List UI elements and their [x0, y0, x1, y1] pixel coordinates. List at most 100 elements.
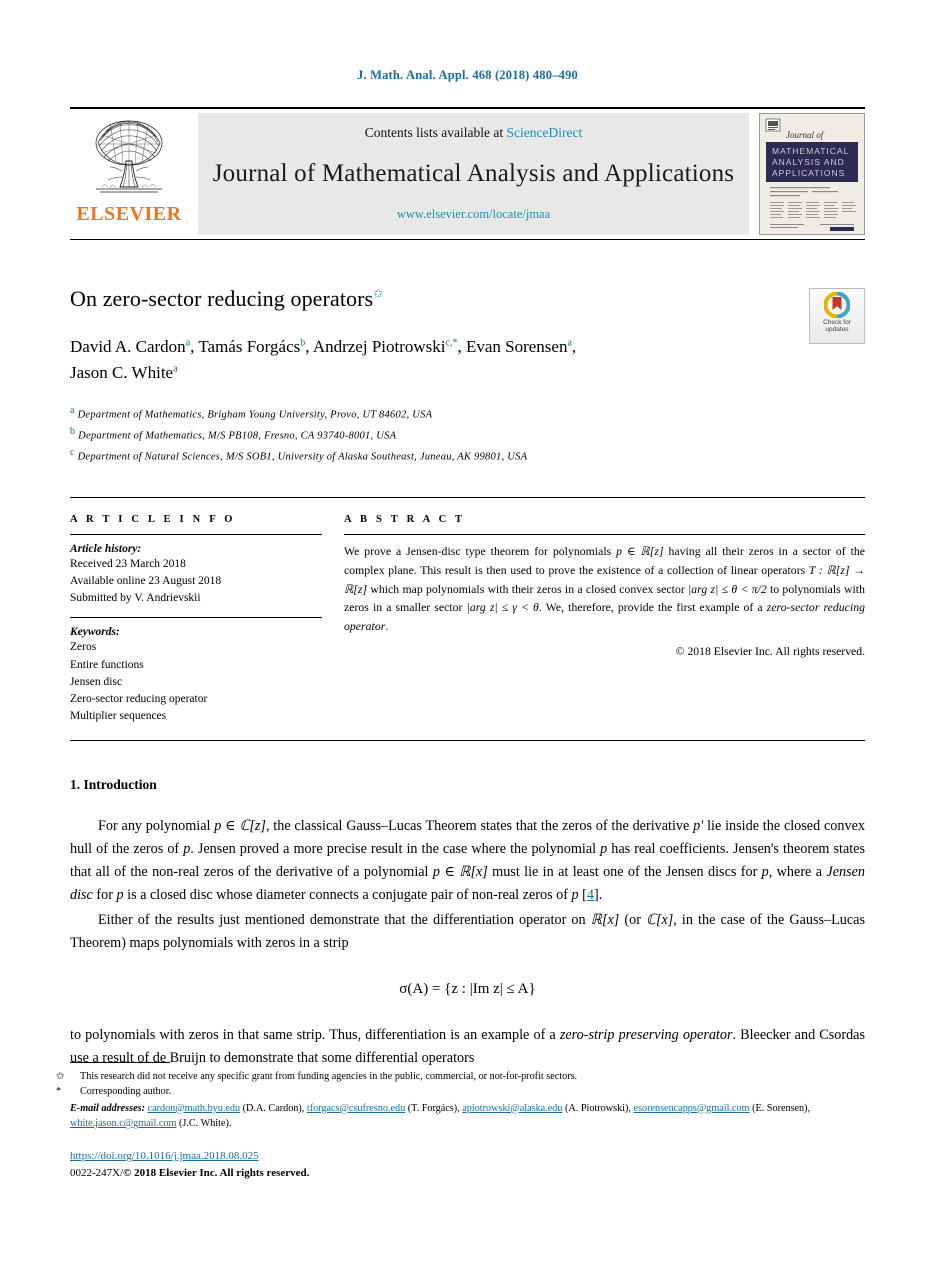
journal-cover-art: Journal of MATHEMATICAL ANALYSIS AND APP… [760, 114, 864, 234]
crossmark-label: Check for updates [823, 319, 851, 334]
article-info-heading: A R T I C L E I N F O [70, 514, 236, 526]
text-run: Either of the results just mentioned dem… [98, 911, 591, 928]
page-title: On zero-sector reducing operators✩ [70, 286, 865, 312]
footnote-block: ✩ This research did not receive any speci… [56, 1062, 865, 1132]
author-name: Andrzej Piotrowski [312, 337, 446, 356]
email-owner: (D.A. Cardon), [240, 1102, 307, 1114]
email-link[interactable]: tforgacs@csufresno.edu [307, 1103, 405, 1114]
citation-link[interactable]: 4 [587, 887, 594, 903]
journal-masthead: ELSEVIER Contents lists available at Sci… [70, 107, 865, 240]
math-run: |arg z| ≤ θ < π/2 [688, 582, 767, 596]
crossmark-badge[interactable]: Check for updates [809, 288, 865, 344]
abstract-heading: A B S T R A C T [344, 514, 466, 526]
email-link[interactable]: apiotrowski@alaska.edu [462, 1103, 562, 1114]
svg-text:ANALYSIS AND: ANALYSIS AND [772, 157, 845, 167]
journal-homepage-link[interactable]: www.elsevier.com/locate/jmaa [397, 207, 550, 222]
email-addresses-label: E-mail addresses: [70, 1102, 148, 1114]
math-run: ℂ[x] [646, 911, 674, 928]
keyword-item: Zero-sector reducing operator [70, 693, 208, 706]
affiliation-list: a Department of Mathematics, Brigham You… [70, 403, 865, 465]
text-run: . Jensen proved a more precise result in… [190, 840, 601, 857]
keyword-item: Multiplier sequences [70, 710, 167, 723]
masthead-center-panel: Contents lists available at ScienceDirec… [198, 113, 749, 235]
elsevier-wordmark: ELSEVIER [76, 203, 182, 225]
author-line-2: Jason C. Whitea [70, 360, 750, 386]
journal-cover-thumbnail[interactable]: Journal of MATHEMATICAL ANALYSIS AND APP… [759, 113, 865, 235]
issn-copyright-line: 0022-247X/© 2018 Elsevier Inc. All right… [70, 1165, 309, 1182]
text-run: [ [578, 886, 587, 903]
math-run: p ∈ ℝ[z] [616, 545, 664, 559]
funding-footnote-text: This research did not receive any specif… [80, 1071, 578, 1082]
email-link[interactable]: cardon@math.byu.edu [148, 1103, 241, 1114]
math-run: p [116, 886, 124, 903]
article-history-item: Available online 23 August 2018 [70, 574, 222, 587]
sciencedirect-link[interactable]: ScienceDirect [507, 125, 583, 140]
contents-line: Contents lists available at ScienceDirec… [365, 125, 582, 141]
affiliation-mark: a [70, 405, 75, 416]
affiliation-line: b Department of Mathematics, M/S PB108, … [70, 425, 397, 442]
funding-footnote-mark: ✩ [56, 1071, 65, 1082]
text-run: , the classical Gauss–Lucas Theorem stat… [265, 817, 694, 834]
math-run: p [761, 863, 769, 880]
affiliation-line: c Department of Natural Sciences, M/S SO… [70, 446, 528, 463]
abstract-text: We prove a Jensen-disc type theorem for … [344, 543, 865, 637]
math-run: |arg z| ≤ γ < θ [466, 601, 539, 615]
author-name: David A. Cardon [70, 337, 186, 356]
email-link[interactable]: esorensencapps@gmail.com [634, 1103, 750, 1114]
math-run: p′ [693, 817, 704, 834]
display-equation: σ(A) = {z : |Im z| ≤ A} [399, 980, 536, 997]
paragraph: For any polynomial p ∈ ℂ[z], the classic… [70, 815, 865, 907]
divider [70, 617, 322, 619]
section-heading: 1. Introduction [70, 776, 157, 792]
text-run: (or [619, 911, 647, 928]
text-run: For any polynomial [98, 817, 215, 834]
text-run: which map polynomials with their zeros i… [367, 582, 689, 596]
author-affiliation-mark: b [300, 337, 306, 349]
doi-link[interactable]: https://doi.org/10.1016/j.jmaa.2018.08.0… [70, 1150, 259, 1162]
running-head: J. Math. Anal. Appl. 468 (2018) 480–490 [356, 68, 578, 82]
title-block: Check for updates On zero-sector reducin… [70, 286, 865, 465]
email-link[interactable]: white.jason.c@gmail.com [70, 1118, 176, 1129]
math-run: p ∈ ℂ[z] [214, 817, 266, 834]
author-affiliation-mark: a [567, 337, 572, 349]
math-run: p [571, 886, 579, 903]
text-run: We prove a Jensen-disc type theorem for … [344, 545, 617, 559]
author-affiliation-mark: a [185, 337, 191, 349]
corresponding-author-text: Corresponding author. [80, 1086, 172, 1098]
text-run: to polynomials with zeros in that same s… [70, 1026, 560, 1043]
divider [70, 739, 865, 741]
crossmark-line2: updates [825, 326, 849, 334]
keyword-item: Jensen disc [70, 675, 123, 688]
author-affiliation-mark: c,* [445, 337, 458, 349]
corresponding-author-footnote: * Corresponding author. [56, 1084, 865, 1099]
author-line-1: David A. Cardona, Tamás Forgácsb, Andrze… [70, 337, 577, 356]
text-run: for [92, 886, 117, 903]
corresponding-author-mark: * [56, 1086, 62, 1098]
divider [70, 534, 322, 536]
text-run: must lie in at least one of the Jensen d… [487, 863, 762, 880]
svg-text:MATHEMATICAL: MATHEMATICAL [772, 146, 849, 156]
paragraph: Either of the results just mentioned dem… [70, 909, 865, 955]
article-info-column: A R T I C L E I N F O Article history: R… [70, 514, 322, 725]
email-owner: (T. Forgács), [405, 1102, 463, 1114]
keyword-lines: Zeros Entire functions Jensen disc Zero-sec… [70, 639, 322, 725]
author-name: Evan Sorensen [465, 337, 568, 356]
elsevier-logo: ELSEVIER [70, 113, 188, 235]
math-run: ℝ[x] [590, 911, 620, 928]
email-owner: (J.C. White). [176, 1118, 232, 1130]
affiliation-mark: b [70, 425, 76, 437]
text-run: is a closed disc whose diameter connects… [123, 886, 572, 903]
text-run: . [385, 620, 389, 634]
affiliation-mark: c [70, 446, 75, 458]
svg-text:APPLICATIONS: APPLICATIONS [772, 168, 845, 178]
crossmark-icon [824, 292, 850, 318]
keywords-label: Keywords: [70, 626, 120, 639]
journal-title: Journal of Mathematical Analysis and App… [212, 160, 735, 187]
funding-footnote: ✩ This research did not receive any speci… [56, 1069, 865, 1084]
abstract-column: A B S T R A C T We prove a Jensen-disc t… [344, 514, 865, 725]
author-list: David A. Cardona, Tamás Forgácsb, Andrze… [70, 334, 750, 385]
emphasis-run: zero-strip preserving operator [559, 1026, 733, 1043]
doi-block: https://doi.org/10.1016/j.jmaa.2018.08.0… [70, 1148, 309, 1181]
svg-text:Journal of: Journal of [786, 130, 825, 140]
introduction-section: 1. Introduction For any polynomial p ∈ ℂ… [70, 777, 865, 1070]
